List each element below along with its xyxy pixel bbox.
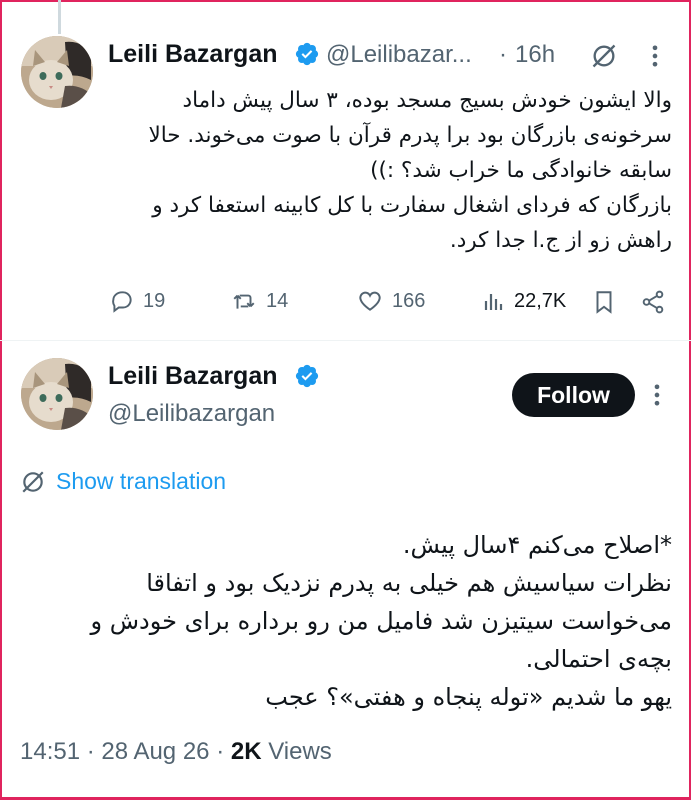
reply-count: 19 [143, 289, 166, 312]
author-name[interactable]: Leili Bazargan [108, 362, 278, 391]
tweet-time[interactable]: 14:51 [20, 738, 80, 765]
author-handle[interactable]: @Leilibazar... [326, 41, 472, 69]
like-button[interactable]: 166 [356, 286, 425, 316]
show-translation-label: Show translation [56, 468, 227, 494]
verified-badge-icon [295, 364, 319, 388]
tweet-text-line: نظرات سیاسیش هم خیلی به پدرم نزدیک بود و… [146, 569, 672, 597]
more-options-icon[interactable] [650, 381, 664, 409]
tweet-meta: 14:51 · 28 Aug 26 · 2K Views [20, 738, 332, 766]
views-button[interactable]: 22,7K [482, 286, 566, 316]
tweet-date[interactable]: 28 Aug 26 [101, 738, 209, 765]
verified-badge-icon [295, 42, 319, 66]
like-count: 166 [392, 289, 426, 312]
more-options-icon[interactable] [648, 42, 662, 70]
views-count: 22,7K [514, 289, 567, 312]
frame-left-border [0, 0, 2, 800]
frame-top-border [0, 0, 691, 2]
tweet-text: والا ایشون خودش بسیج مسجد بوده، ۳ سال پی… [120, 83, 672, 258]
views-label: Views [268, 738, 332, 765]
views-count[interactable]: 2K [231, 738, 262, 765]
tweet-divider [0, 340, 691, 341]
views-chart-icon [484, 294, 503, 310]
bookmark-icon[interactable] [591, 288, 617, 316]
share-icon[interactable] [640, 288, 666, 316]
separator-dot: · [86, 738, 95, 765]
tweet-text: *اصلاح می‌کنم ۴سال پیش. نظرات سیاسیش هم … [40, 526, 673, 716]
show-translation-link[interactable]: Show translation [20, 468, 226, 495]
grok-icon[interactable] [590, 42, 618, 70]
translate-icon [22, 470, 44, 493]
separator-dot: · [499, 41, 507, 68]
tweet-text-line: بازرگان که فردای اشغال سفارت با کل کابین… [152, 193, 672, 218]
tweet-text-line: *اصلاح می‌کنم ۴سال پیش. [402, 531, 672, 559]
tweet-text-line: یهو ما شدیم «توله پنجاه و هفتی»؟ عجب [265, 683, 672, 711]
tweet-text-line: سابقه خانوادگی ما خراب شد؟ :)) [370, 158, 672, 183]
avatar[interactable] [21, 36, 93, 108]
retweet-icon [233, 294, 255, 309]
retweet-button[interactable]: 14 [230, 286, 288, 316]
retweet-count: 14 [266, 289, 289, 312]
separator-dot: · [216, 738, 225, 765]
follow-button[interactable]: Follow [512, 373, 635, 417]
reply-icon [112, 291, 132, 313]
tweet-time[interactable]: 16h [515, 41, 555, 69]
reply-button[interactable]: 19 [109, 286, 165, 316]
tweet-text-line: والا ایشون خودش بسیج مسجد بوده، ۳ سال پی… [182, 88, 672, 113]
tweet-text-line: بچه‌ی احتمالی. [525, 645, 672, 673]
avatar[interactable] [21, 358, 93, 430]
tweet-text-line: سرخونه‌ی بازرگان بود برا پدرم قرآن با صو… [148, 123, 672, 148]
author-name[interactable]: Leili Bazargan [108, 40, 278, 69]
tweet-text-line: راهش زو از ج.ا جدا کرد. [449, 228, 672, 253]
thread-connector-line [58, 0, 61, 34]
author-handle[interactable]: @Leilibazargan [108, 400, 275, 428]
tweet-text-line: می‌خواست سیتیزن شد فامیل من رو برداره بر… [90, 607, 673, 635]
heart-icon [359, 291, 381, 311]
